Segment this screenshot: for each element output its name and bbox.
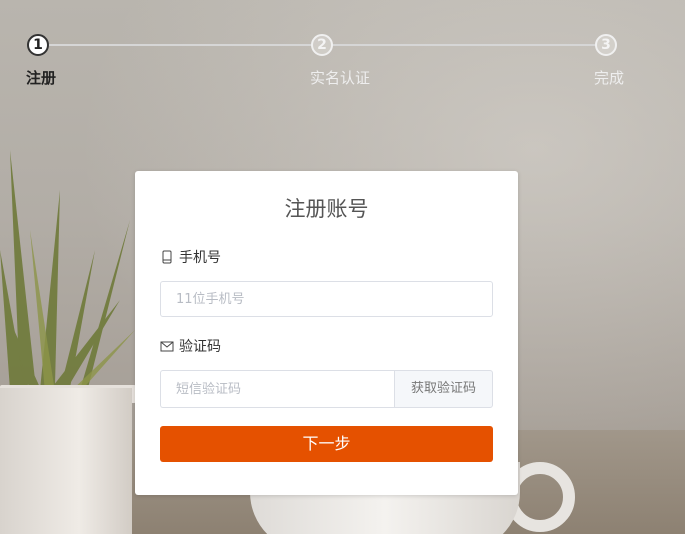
mobile-phone-icon	[160, 250, 174, 264]
code-label-text: 验证码	[179, 339, 221, 355]
phone-input[interactable]	[160, 281, 493, 317]
code-input-group: 获取验证码	[160, 370, 493, 408]
step-connector	[332, 44, 596, 46]
next-step-button[interactable]: 下一步	[160, 426, 493, 462]
step-1-indicator: 1	[27, 34, 49, 56]
envelope-icon	[160, 339, 174, 353]
phone-field-label: 手机号	[160, 247, 221, 267]
succulent-plant-illustration	[0, 150, 135, 392]
step-2-label: 实名认证	[310, 69, 371, 87]
step-connector	[48, 44, 312, 46]
code-field-label: 验证码	[160, 336, 221, 356]
plant-pot	[0, 388, 132, 534]
form-title: 注册账号	[284, 197, 369, 221]
phone-label-text: 手机号	[179, 250, 221, 266]
step-3-indicator: 3	[595, 34, 617, 56]
step-3-label: 完成	[594, 69, 625, 87]
step-2-indicator: 2	[311, 34, 333, 56]
step-1-label: 注册	[26, 69, 57, 87]
registration-steps: 1 注册 2 实名认证 3 完成	[0, 0, 685, 100]
sms-code-input[interactable]	[160, 370, 395, 408]
register-card: 注册账号 手机号 验证码 获取验证码 下一步	[135, 171, 518, 495]
get-code-button[interactable]: 获取验证码	[394, 370, 493, 408]
